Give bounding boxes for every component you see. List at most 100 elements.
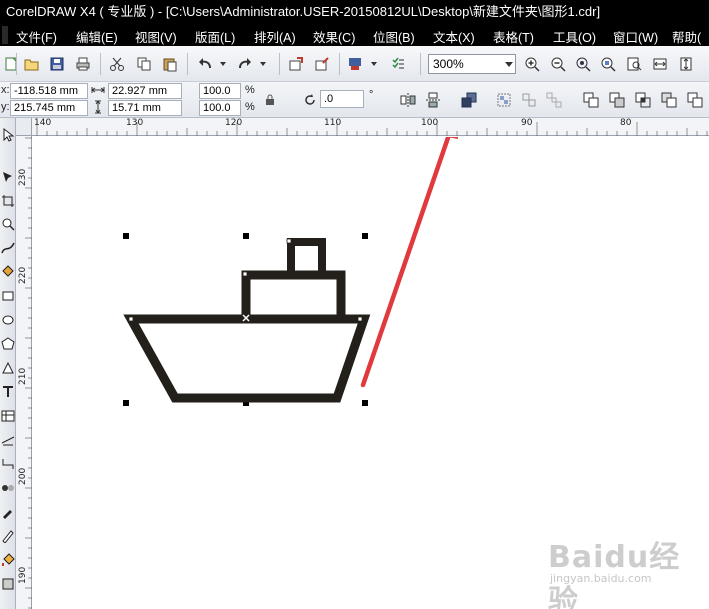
ruler-origin-corner[interactable]: [16, 118, 32, 136]
scale-x-field[interactable]: 100.0: [199, 83, 241, 99]
vruler-label-210: 210: [18, 367, 28, 385]
table-tool-icon[interactable]: [1, 409, 15, 423]
menu-bitmaps[interactable]: 位图(B): [373, 27, 415, 46]
export-icon[interactable]: [312, 54, 332, 74]
welcome-screen-icon[interactable]: [388, 54, 408, 74]
menu-tools[interactable]: 工具(O): [553, 27, 596, 46]
ellipse-tool-icon[interactable]: [1, 313, 15, 327]
parallel-dimension-tool-icon[interactable]: [1, 433, 15, 447]
handle-top-right[interactable]: [362, 233, 368, 239]
toolbar-separator: [187, 53, 188, 75]
zoom-to-page-icon[interactable]: [624, 54, 644, 74]
boat-cabin-shape[interactable]: [241, 270, 346, 324]
menu-text[interactable]: 文本(X): [433, 27, 475, 46]
menu-help[interactable]: 帮助(: [672, 27, 701, 46]
crop-tool-icon[interactable]: [1, 194, 15, 208]
connector-tool-icon[interactable]: [1, 457, 15, 471]
undo-dropdown-icon[interactable]: [217, 54, 229, 74]
menu-window[interactable]: 窗口(W): [613, 27, 658, 46]
hruler-label-110: 110: [324, 118, 342, 128]
fill-tool-icon[interactable]: [1, 553, 15, 567]
menu-view[interactable]: 视图(V): [135, 27, 177, 46]
zoom-tool-icon[interactable]: [1, 217, 15, 231]
vertical-ruler[interactable]: 230 220 210 200 190: [16, 136, 32, 609]
paste-icon[interactable]: [160, 54, 180, 74]
smart-fill-tool-icon[interactable]: [1, 265, 15, 279]
object-height-field[interactable]: 15.71 mm: [108, 100, 182, 116]
zoom-to-selected-icon[interactable]: [573, 54, 593, 74]
title-bar: CorelDRAW X4 ( 专业版 ) - [C:\Users\Adminis…: [0, 0, 709, 24]
zoom-out-icon[interactable]: [548, 54, 568, 74]
menu-layout[interactable]: 版面(L): [195, 27, 235, 46]
hruler-label-90: 90: [521, 118, 533, 128]
application-launcher-icon[interactable]: [345, 54, 365, 74]
menu-effects[interactable]: 效果(C): [313, 27, 355, 46]
rotation-angle-field[interactable]: .0: [320, 90, 364, 108]
horizontal-ruler[interactable]: 140 130 120 110 100 90 80: [32, 118, 709, 136]
handle-bottom-right[interactable]: [362, 400, 368, 406]
polygon-tool-icon[interactable]: [1, 337, 15, 351]
hruler-label-100: 100: [421, 118, 439, 128]
zoom-in-icon[interactable]: [522, 54, 542, 74]
handle-top-left[interactable]: [123, 233, 129, 239]
trim-icon[interactable]: [607, 90, 627, 110]
rotation-icon: [300, 90, 320, 110]
menu-table[interactable]: 表格(T): [493, 27, 534, 46]
object-width-field[interactable]: 22.927 mm: [108, 83, 182, 99]
cut-icon[interactable]: [107, 54, 127, 74]
redo-icon[interactable]: [235, 54, 255, 74]
group-icon[interactable]: [494, 90, 514, 110]
pick-tool-icon[interactable]: [1, 128, 15, 142]
open-folder-icon[interactable]: [22, 54, 42, 74]
blend-tool-icon[interactable]: [1, 481, 15, 495]
outline-pen-tool-icon[interactable]: [1, 529, 15, 543]
simplify-icon[interactable]: [659, 90, 679, 110]
standard-toolbar: 300%: [0, 46, 709, 82]
intersect-icon[interactable]: [633, 90, 653, 110]
scale-y-field[interactable]: 100.0: [199, 100, 241, 116]
ungroup-icon[interactable]: [519, 90, 539, 110]
save-icon[interactable]: [47, 54, 67, 74]
print-icon[interactable]: [73, 54, 93, 74]
mirror-vertical-icon[interactable]: [423, 90, 443, 110]
hruler-label-130: 130: [126, 118, 144, 128]
mirror-horizontal-icon[interactable]: [398, 90, 418, 110]
zoom-level-select[interactable]: 300%: [428, 54, 516, 74]
scale-x-percent: %: [245, 84, 255, 96]
shape-tool-icon[interactable]: [1, 170, 15, 184]
x-position-field[interactable]: -118.518 mm: [10, 83, 88, 99]
redo-dropdown-icon[interactable]: [257, 54, 269, 74]
watermark-logo-text: Baidu经验: [548, 540, 681, 609]
combine-icon[interactable]: [459, 90, 479, 110]
copy-icon[interactable]: [134, 54, 154, 74]
hruler-label-120: 120: [225, 118, 243, 128]
menu-edit[interactable]: 编辑(E): [76, 27, 118, 46]
handle-top-middle[interactable]: [243, 233, 249, 239]
y-position-field[interactable]: 215.745 mm: [10, 100, 88, 116]
launcher-dropdown-icon[interactable]: [368, 54, 380, 74]
weld-icon[interactable]: [581, 90, 601, 110]
zoom-to-page-width-icon[interactable]: [650, 54, 670, 74]
text-tool-icon[interactable]: [1, 385, 15, 399]
menu-file[interactable]: 文件(F): [16, 27, 57, 46]
lock-ratio-icon[interactable]: [262, 92, 278, 108]
basic-shapes-tool-icon[interactable]: [1, 361, 15, 375]
menu-arrange[interactable]: 排列(A): [254, 27, 296, 46]
undo-icon[interactable]: [195, 54, 215, 74]
freehand-tool-icon[interactable]: [1, 241, 15, 255]
zoom-to-all-objects-icon[interactable]: [598, 54, 618, 74]
new-document-icon[interactable]: [1, 54, 21, 74]
interactive-fill-tool-icon[interactable]: [1, 577, 15, 591]
ungroup-all-icon[interactable]: [544, 90, 564, 110]
front-minus-back-icon[interactable]: [685, 90, 705, 110]
vruler-label-220: 220: [18, 266, 28, 284]
window-title: CorelDRAW X4 ( 专业版 ) - [C:\Users\Adminis…: [6, 4, 601, 19]
boat-hull-shape[interactable]: [123, 314, 371, 403]
eyedropper-tool-icon[interactable]: [1, 505, 15, 519]
import-icon[interactable]: [286, 54, 306, 74]
zoom-to-page-height-icon[interactable]: [676, 54, 696, 74]
hruler-label-80: 80: [620, 118, 632, 128]
handle-bottom-left[interactable]: [123, 400, 129, 406]
rectangle-tool-icon[interactable]: [1, 289, 15, 303]
boat-chimney-shape[interactable]: [287, 238, 326, 279]
